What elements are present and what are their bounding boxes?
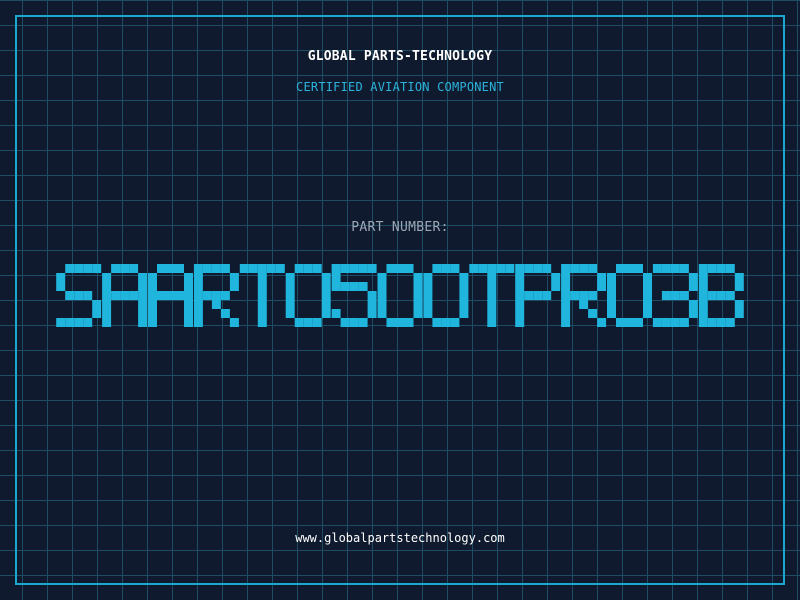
- part-number-char: [652, 264, 698, 327]
- brand-title: GLOBAL PARTS-TECHNOLOGY: [307, 49, 493, 64]
- part-number-char: [331, 264, 377, 327]
- part-number-char: [193, 264, 239, 327]
- part-number-char: [469, 264, 515, 327]
- part-number-label: PART NUMBER:: [351, 220, 449, 235]
- website-link[interactable]: www.globalpartstechnology.com: [0, 531, 800, 545]
- part-number-char: [56, 264, 102, 327]
- part-number-char: [423, 264, 469, 327]
- part-number-char: [148, 264, 193, 327]
- part-number-char: [377, 264, 423, 327]
- certification-tagline: CERTIFIED AVIATION COMPONENT: [296, 80, 504, 94]
- part-number-char: [239, 264, 285, 327]
- part-number-char: [561, 264, 607, 327]
- part-number-char: [698, 264, 744, 327]
- part-number-char: [285, 264, 331, 327]
- part-number-value: [56, 264, 744, 327]
- part-number-char: [607, 264, 652, 327]
- part-number-char: [515, 264, 561, 327]
- part-number-char: [102, 264, 148, 327]
